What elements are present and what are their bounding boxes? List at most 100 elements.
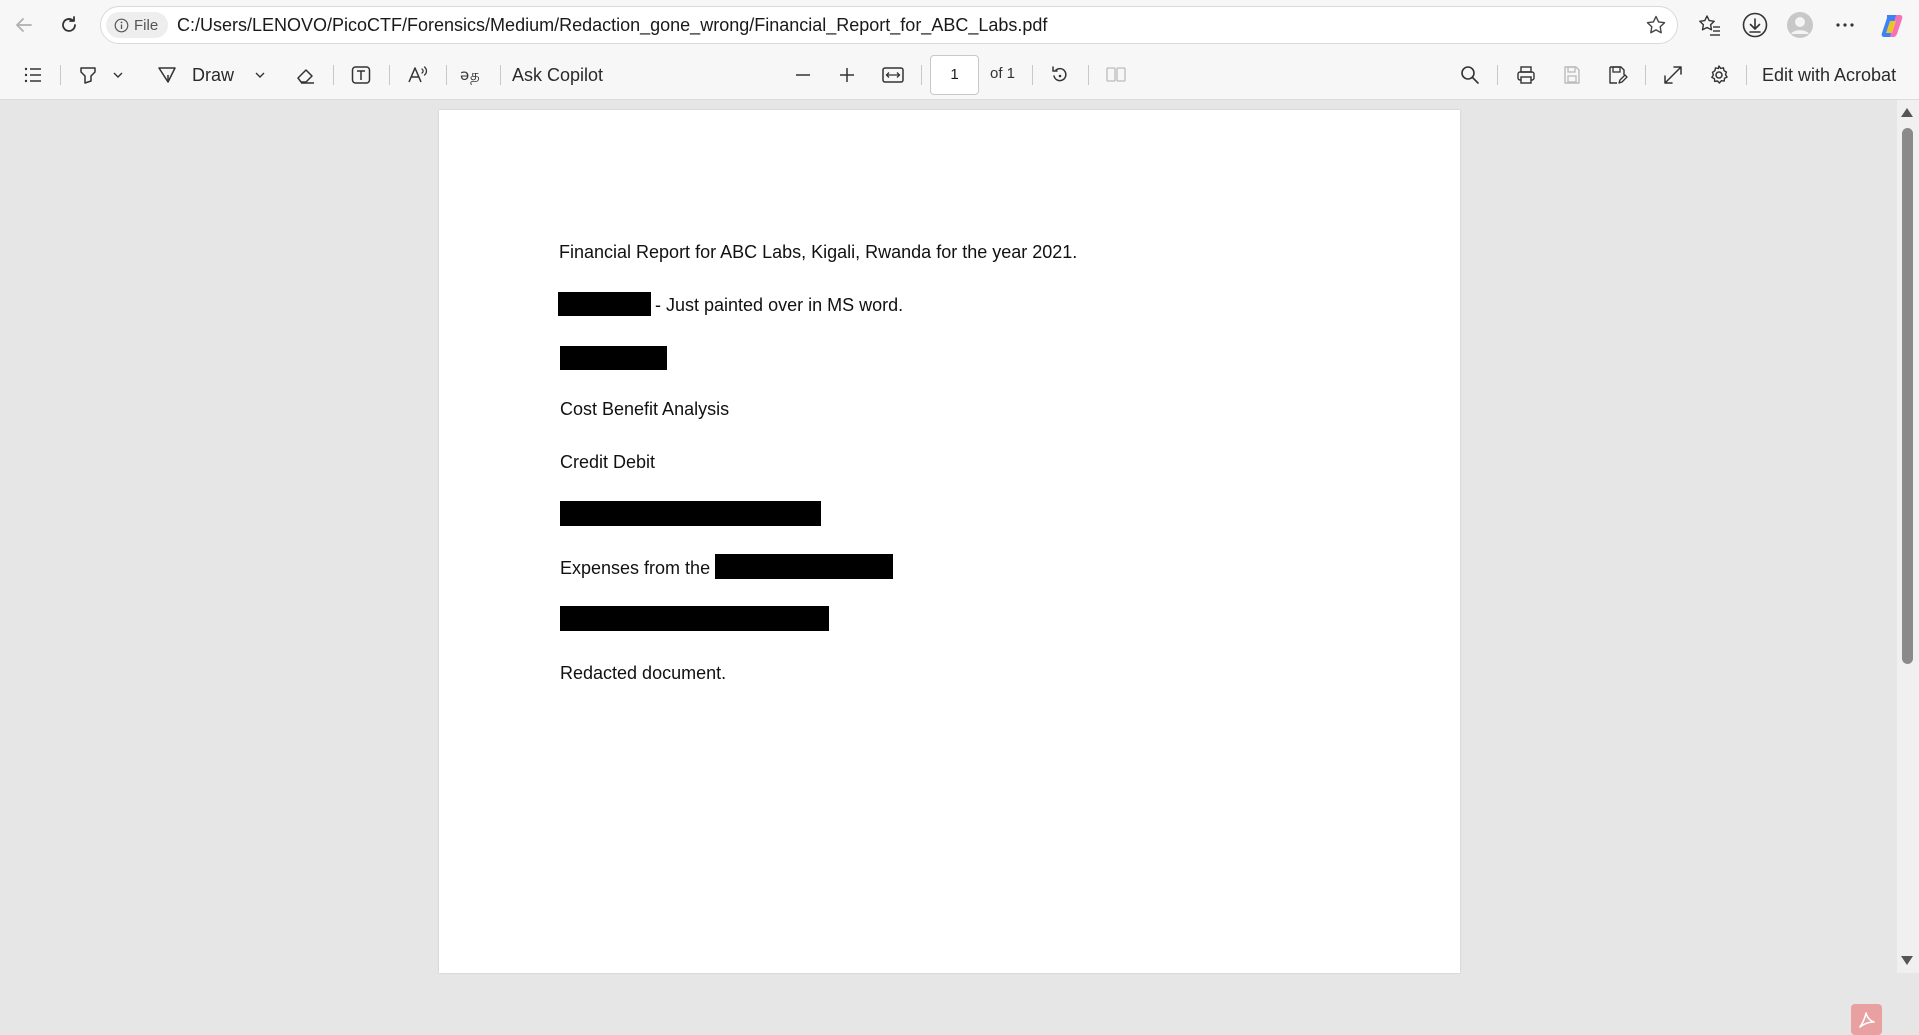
page-number-input[interactable]: 1 xyxy=(930,55,979,95)
favorite-button[interactable] xyxy=(1645,14,1667,41)
draw-options-dropdown[interactable] xyxy=(250,59,270,91)
toolbar-divider xyxy=(1032,65,1033,85)
redaction-box xyxy=(715,554,893,579)
avatar-icon xyxy=(1787,12,1813,38)
add-text-button[interactable] xyxy=(345,59,377,91)
favorites-button[interactable] xyxy=(1694,9,1726,41)
print-button[interactable] xyxy=(1510,59,1542,91)
url-text[interactable]: C:/Users/LENOVO/PicoCTF/Forensics/Medium… xyxy=(177,15,1047,36)
ask-copilot-button[interactable]: Ask Copilot xyxy=(512,59,622,91)
two-page-view-icon xyxy=(1106,67,1126,82)
save-as-button[interactable] xyxy=(1601,59,1633,91)
read-aloud-icon xyxy=(408,66,428,83)
document-line-4: Cost Benefit Analysis xyxy=(560,399,730,419)
translate-button[interactable]: ə த xyxy=(456,59,488,91)
translate-icon: ə த xyxy=(460,66,480,84)
more-options-button[interactable] xyxy=(1829,9,1861,41)
text-box-icon xyxy=(351,66,371,84)
scroll-up-arrow-icon[interactable] xyxy=(1901,108,1913,117)
gear-icon xyxy=(1711,65,1728,84)
fit-width-icon xyxy=(882,67,904,83)
save-button[interactable] xyxy=(1556,59,1588,91)
read-aloud-button[interactable] xyxy=(402,59,434,91)
eraser-icon xyxy=(297,69,314,84)
rotate-icon xyxy=(1052,66,1067,82)
toolbar-divider xyxy=(1746,65,1747,85)
chevron-down-icon xyxy=(113,72,123,78)
erase-button[interactable] xyxy=(290,59,322,91)
rotate-button[interactable] xyxy=(1044,59,1076,91)
redaction-box xyxy=(560,606,829,631)
scrollbar-thumb[interactable] xyxy=(1902,128,1913,664)
toolbar-divider xyxy=(333,65,334,85)
settings-button[interactable] xyxy=(1703,59,1735,91)
edit-with-acrobat-button[interactable]: Edit with Acrobat xyxy=(1762,59,1912,91)
redaction-box xyxy=(560,501,821,526)
highlighter-icon xyxy=(80,67,96,84)
toolbar-divider xyxy=(500,65,501,85)
expand-icon xyxy=(1664,66,1682,84)
fit-to-width-button[interactable] xyxy=(877,59,909,91)
pdf-viewer-area[interactable]: Financial Report for ABC Labs, Kigali, R… xyxy=(0,100,1919,1035)
back-arrow-icon xyxy=(16,18,32,32)
toolbar-divider xyxy=(446,65,447,85)
refresh-button[interactable] xyxy=(53,9,85,41)
contents-button[interactable] xyxy=(17,59,49,91)
copilot-icon xyxy=(1881,15,1903,37)
plus-icon xyxy=(840,68,854,82)
document-title-line: Financial Report for ABC Labs, Kigali, R… xyxy=(559,242,1078,262)
zoom-in-button[interactable] xyxy=(831,59,863,91)
table-of-contents-icon xyxy=(24,67,41,83)
ellipsis-icon xyxy=(1836,23,1854,27)
svg-text:ə: ə xyxy=(460,66,469,84)
save-as-icon xyxy=(1609,66,1628,84)
print-icon xyxy=(1517,66,1535,84)
toolbar-divider xyxy=(60,65,61,85)
page-view-button[interactable] xyxy=(1100,59,1132,91)
profile-button[interactable] xyxy=(1784,9,1816,41)
toolbar-divider xyxy=(389,65,390,85)
info-icon xyxy=(114,18,129,32)
fullscreen-button[interactable] xyxy=(1657,59,1689,91)
ask-copilot-label: Ask Copilot xyxy=(512,64,604,85)
search-icon xyxy=(1461,66,1479,84)
site-info-chip[interactable]: File xyxy=(106,12,169,38)
minus-icon xyxy=(796,74,810,76)
scroll-down-arrow-icon[interactable] xyxy=(1901,956,1913,965)
document-line-5: Credit Debit xyxy=(560,452,656,472)
downloads-button[interactable] xyxy=(1739,9,1771,41)
back-button[interactable] xyxy=(8,9,40,41)
chevron-down-icon xyxy=(255,72,265,78)
toolbar-divider xyxy=(921,65,922,85)
highlight-button[interactable] xyxy=(72,59,104,91)
redaction-box xyxy=(560,346,667,370)
document-line-2: - Just painted over in MS word. xyxy=(655,295,904,315)
highlight-options-dropdown[interactable] xyxy=(108,59,128,91)
favorites-star-list-icon xyxy=(1699,15,1720,36)
draw-button[interactable]: Draw xyxy=(156,59,240,91)
star-icon xyxy=(1646,15,1666,34)
toolbar-divider xyxy=(1088,65,1089,85)
pdf-toolbar: Draw ə த Ask Copilot 1 of 1 Edit with Ac… xyxy=(0,50,1919,100)
redaction-box xyxy=(558,292,651,316)
search-button[interactable] xyxy=(1454,59,1486,91)
file-chip-label: File xyxy=(134,16,159,34)
download-icon xyxy=(1742,12,1768,38)
document-line-9: Redacted document. xyxy=(560,663,727,683)
acrobat-badge[interactable] xyxy=(1851,1004,1882,1035)
pdf-page: Financial Report for ABC Labs, Kigali, R… xyxy=(439,110,1460,973)
address-bar[interactable]: File C:/Users/LENOVO/PicoCTF/Forensics/M… xyxy=(100,6,1678,44)
svg-text:த: த xyxy=(470,66,480,84)
copilot-button[interactable] xyxy=(1877,9,1909,41)
draw-label: Draw xyxy=(192,64,235,85)
refresh-icon xyxy=(62,16,76,32)
draw-pen-icon xyxy=(158,67,176,83)
toolbar-divider xyxy=(1497,65,1498,85)
zoom-out-button[interactable] xyxy=(787,59,819,91)
acrobat-icon xyxy=(1858,1011,1875,1028)
document-line-7: Expenses from the xyxy=(560,558,711,578)
edit-acrobat-label: Edit with Acrobat xyxy=(1762,64,1897,85)
toolbar-divider xyxy=(1645,65,1646,85)
page-count-label: of 1 xyxy=(990,65,1016,82)
save-icon xyxy=(1564,66,1580,84)
